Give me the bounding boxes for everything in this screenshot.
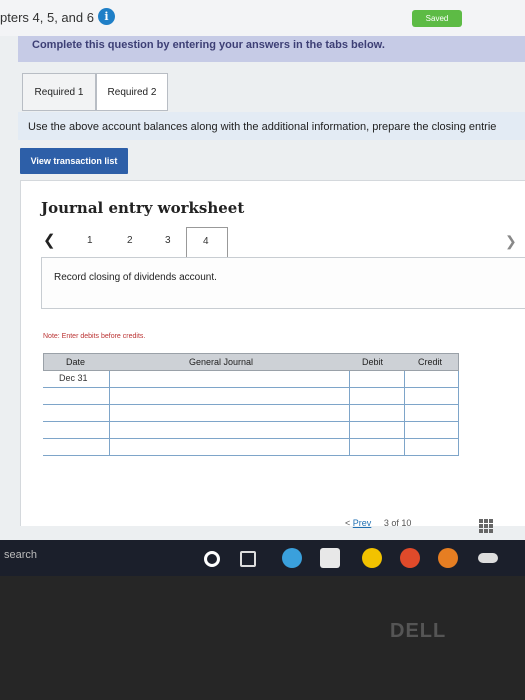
saved-indicator: Saved xyxy=(412,10,462,27)
prev-link[interactable]: Prev xyxy=(353,518,372,528)
account-input[interactable] xyxy=(109,388,349,404)
chevron-right-icon[interactable]: ❯ xyxy=(505,233,517,250)
page-tab-2[interactable]: 2 xyxy=(127,235,133,246)
date-cell: Dec 31 xyxy=(59,373,88,383)
account-input[interactable] xyxy=(109,439,349,455)
instruction-text: Complete this question by entering your … xyxy=(32,39,385,51)
account-input[interactable] xyxy=(109,405,349,421)
account-input[interactable] xyxy=(109,371,349,387)
table-header: Date General Journal Debit Credit xyxy=(43,353,459,371)
question-pager: < Prev 3 of 10 xyxy=(345,518,411,528)
top-bar: pters 4, 5, and 6 i Saved xyxy=(0,0,525,36)
credit-input[interactable] xyxy=(404,388,459,404)
taskbar-search[interactable]: search xyxy=(4,549,37,561)
entry-description: Record closing of dividends account. xyxy=(54,272,217,283)
table-row: Dec 31 xyxy=(43,371,459,388)
debit-input[interactable] xyxy=(349,422,404,438)
account-input[interactable] xyxy=(109,422,349,438)
screen: pters 4, 5, and 6 i Saved Complete this … xyxy=(0,0,525,540)
debit-input[interactable] xyxy=(349,405,404,421)
table-row xyxy=(43,388,459,405)
credit-input[interactable] xyxy=(404,422,459,438)
instruction-bar: Complete this question by entering your … xyxy=(18,36,525,62)
view-transaction-list-button[interactable]: View transaction list xyxy=(20,148,128,174)
table-row xyxy=(43,422,459,439)
debit-input[interactable] xyxy=(349,371,404,387)
store-icon[interactable] xyxy=(320,548,340,568)
grid-icon[interactable] xyxy=(479,519,493,533)
header-general-journal: General Journal xyxy=(189,357,254,367)
entry-description-box: Record closing of dividends account. xyxy=(41,257,525,309)
cloud-icon[interactable] xyxy=(478,553,498,563)
info-icon[interactable]: i xyxy=(98,8,115,25)
page-title: pters 4, 5, and 6 xyxy=(0,10,94,25)
note-text: Note: Enter debits before credits. xyxy=(43,333,146,340)
page-tab-3[interactable]: 3 xyxy=(165,235,171,246)
tab-required-1[interactable]: Required 1 xyxy=(22,73,96,111)
chevron-left-icon[interactable]: ❮ xyxy=(43,231,56,249)
laptop-bezel: DELL xyxy=(0,576,525,700)
chevron-left-icon[interactable]: < xyxy=(345,518,350,528)
edge-icon[interactable] xyxy=(282,548,302,568)
page-tab-4-label: 4 xyxy=(203,236,209,247)
header-date: Date xyxy=(66,357,86,367)
table-row xyxy=(43,439,459,456)
firefox-icon[interactable] xyxy=(438,548,458,568)
debit-input[interactable] xyxy=(349,388,404,404)
general-journal-table: Date General Journal Debit Credit Dec 31 xyxy=(43,353,459,463)
taskbar: search xyxy=(0,540,525,576)
header-debit: Debit xyxy=(362,357,384,367)
tab-required-2[interactable]: Required 2 xyxy=(96,73,168,111)
question-position: 3 of 10 xyxy=(383,518,412,528)
cortana-icon[interactable] xyxy=(204,551,220,567)
chrome-icon[interactable] xyxy=(362,548,382,568)
opera-icon[interactable] xyxy=(400,548,420,568)
credit-input[interactable] xyxy=(404,439,459,455)
instruction-panel: Use the above account balances along wit… xyxy=(18,112,525,140)
journal-worksheet: Journal entry worksheet ❮ 1 2 3 4 ❯ Reco… xyxy=(20,180,525,533)
credit-input[interactable] xyxy=(404,371,459,387)
dell-logo: DELL xyxy=(390,620,447,642)
page-tab-4[interactable]: 4 xyxy=(186,227,228,258)
page-tab-1[interactable]: 1 xyxy=(87,235,93,246)
debit-input[interactable] xyxy=(349,439,404,455)
table-row xyxy=(43,405,459,422)
instruction-detail: Use the above account balances along wit… xyxy=(28,121,497,133)
worksheet-title: Journal entry worksheet xyxy=(41,199,245,217)
task-view-icon[interactable] xyxy=(240,551,256,567)
header-credit: Credit xyxy=(418,357,443,367)
credit-input[interactable] xyxy=(404,405,459,421)
